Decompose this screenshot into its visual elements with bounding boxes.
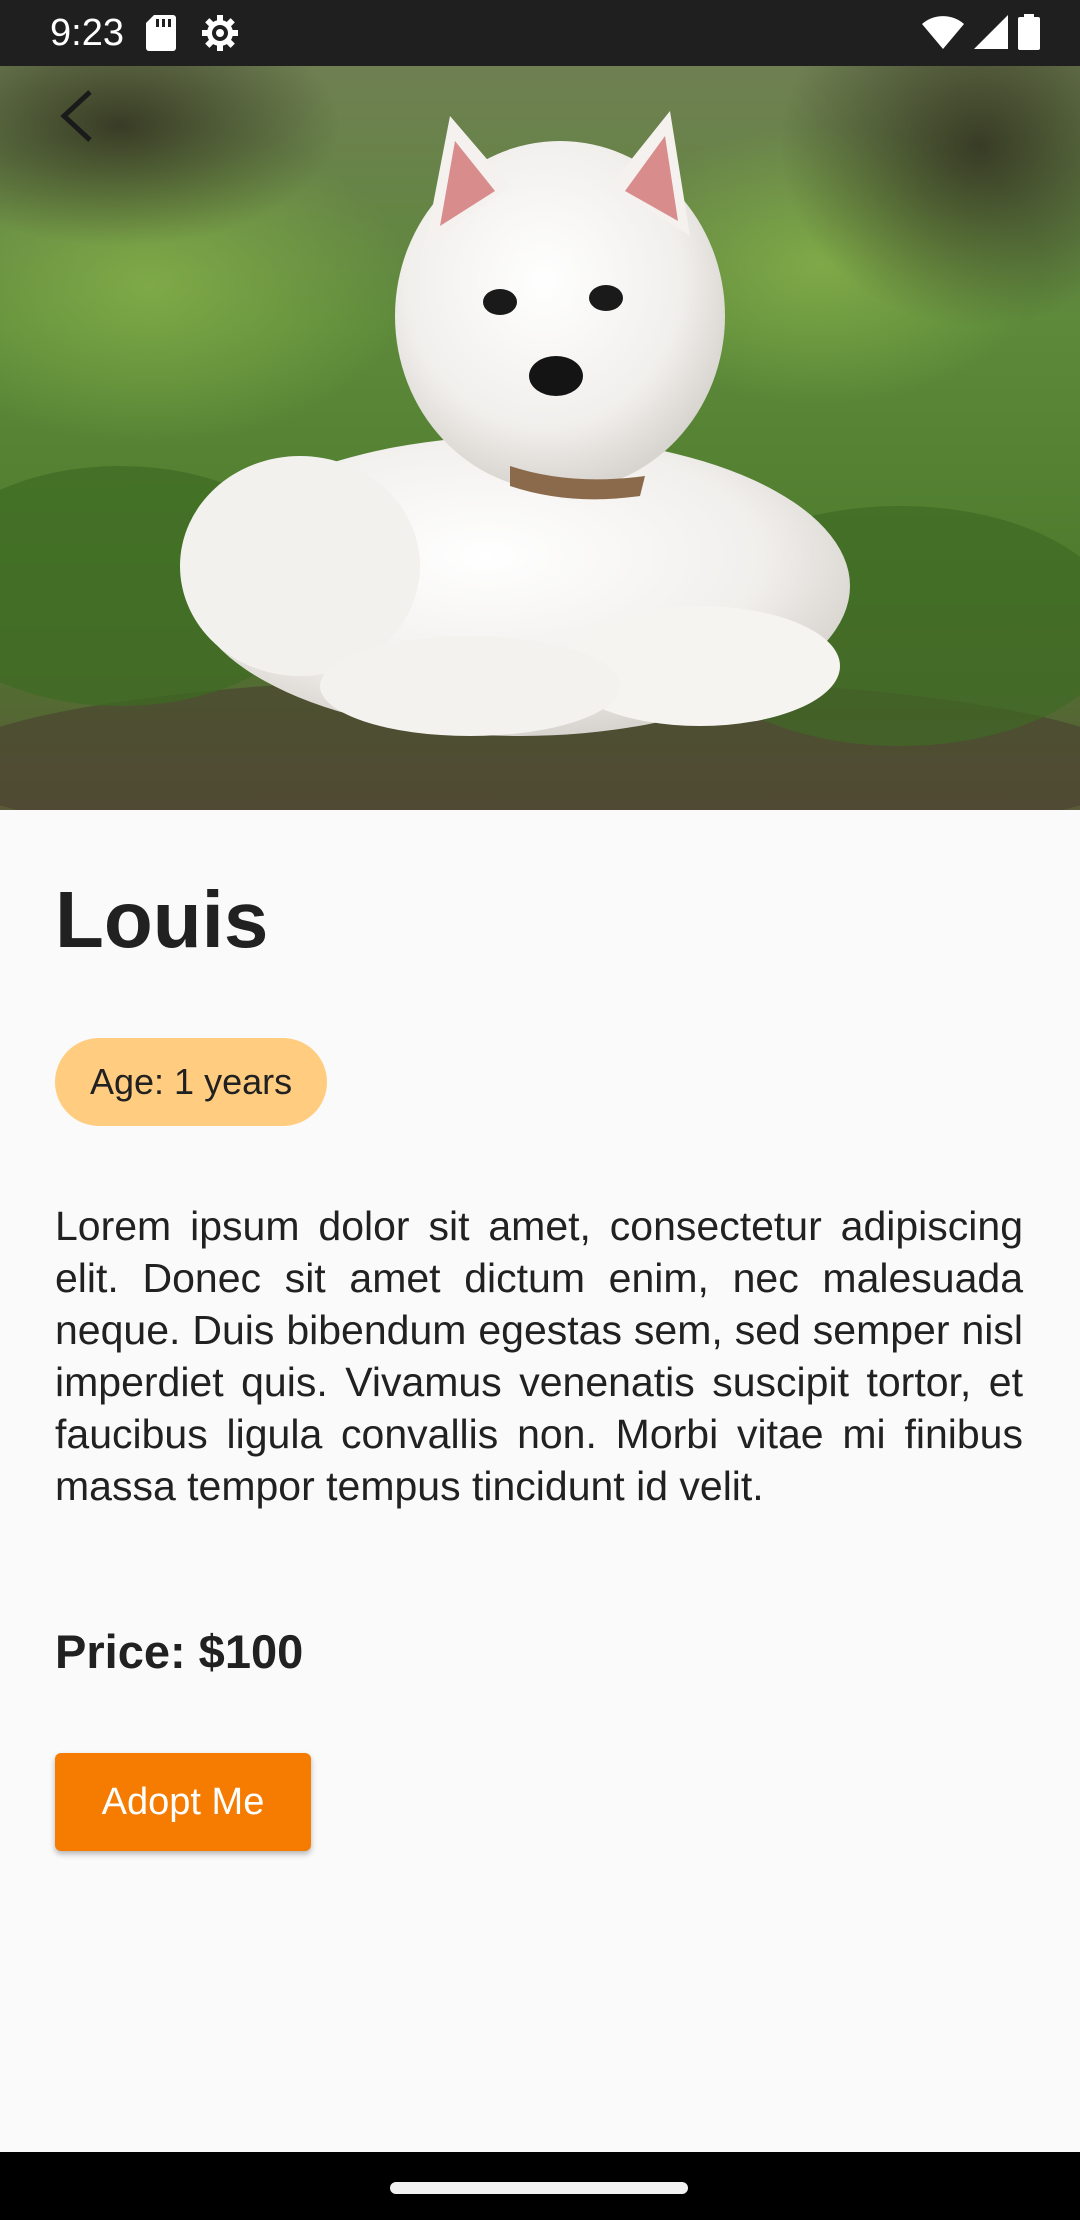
age-badge: Age: 1 years (55, 1038, 328, 1126)
home-gesture-handle[interactable] (390, 2182, 688, 2194)
back-button[interactable] (40, 80, 112, 152)
sd-card-icon (146, 15, 176, 56)
status-bar: 9:23 (0, 0, 1080, 66)
pet-name: Louis (55, 875, 269, 964)
settings-gear-icon (200, 13, 240, 58)
back-arrow-icon (60, 90, 92, 142)
wifi-icon (922, 15, 964, 54)
status-time: 9:23 (50, 12, 124, 54)
adopt-me-button[interactable]: Adopt Me (55, 1753, 311, 1851)
battery-icon (1018, 14, 1040, 55)
pet-description: Lorem ipsum dolor sit amet, consectetur … (55, 1203, 1023, 1509)
signal-icon (974, 15, 1008, 54)
navigation-bar (0, 2152, 1080, 2220)
pet-details: Louis Age: 1 years Lorem ipsum dolor sit… (0, 810, 1080, 2152)
status-indicators (922, 14, 1040, 55)
pet-price: Price: $100 (55, 1625, 304, 1678)
pet-photo (0, 66, 1080, 810)
